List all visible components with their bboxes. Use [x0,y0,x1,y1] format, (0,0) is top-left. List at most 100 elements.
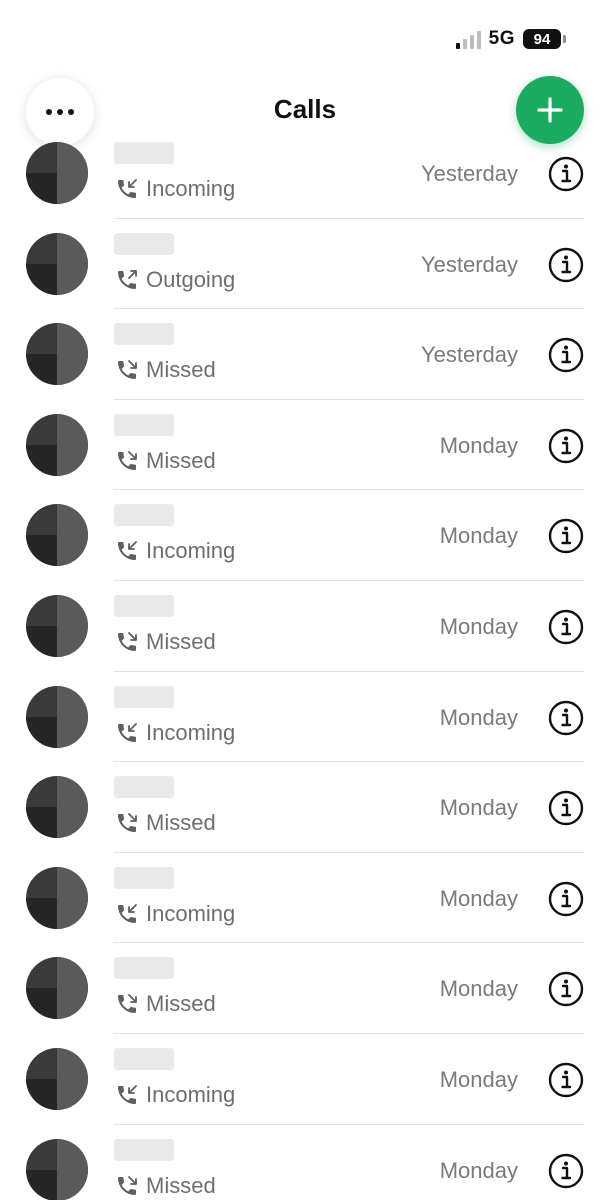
call-time-label: Monday [439,885,518,911]
info-icon [548,790,584,826]
avatar[interactable] [26,866,88,929]
battery-level: 94 [523,29,561,49]
call-details: Missed [114,1173,216,1199]
incoming-call-icon [114,720,140,746]
outgoing-call-icon [114,267,140,293]
call-row-7[interactable]: Incoming Monday [0,672,610,763]
call-type-label: Incoming [146,900,236,926]
call-row-2[interactable]: Outgoing Yesterday [0,219,610,310]
missed-call-icon [114,991,140,1017]
call-details: Outgoing [114,267,235,293]
call-row-10[interactable]: Missed Monday [0,943,610,1034]
call-info-button[interactable] [548,881,584,917]
call-info-button[interactable] [548,609,584,645]
call-time-label: Monday [439,523,518,549]
call-row-8[interactable]: Missed Monday [0,762,610,853]
avatar[interactable] [26,504,88,567]
network-type: 5G [488,28,515,49]
call-info-button[interactable] [548,428,584,464]
missed-call-icon [114,448,140,474]
call-info-button[interactable] [548,337,584,373]
avatar[interactable] [26,142,88,204]
info-icon [548,156,584,192]
contact-name-redacted [114,413,174,436]
call-info-button[interactable] [548,1062,584,1098]
call-details: Incoming [114,720,235,746]
call-info-button[interactable] [548,518,584,554]
call-info-button[interactable] [548,700,584,736]
incoming-call-icon [114,1082,140,1108]
call-time-label: Monday [439,704,518,730]
call-type-label: Missed [146,447,216,473]
call-time-label: Yesterday [420,251,518,277]
battery-icon: 94 [523,29,566,49]
call-time-label: Yesterday [420,342,518,368]
contact-name-redacted [114,866,174,889]
call-row-1[interactable]: Incoming Yesterday [0,128,610,219]
missed-call-icon [114,629,140,655]
call-type-label: Incoming [146,1081,236,1107]
call-row-4[interactable]: Missed Monday [0,400,610,491]
call-row-6[interactable]: Missed Monday [0,581,610,672]
call-info-button[interactable] [548,156,584,192]
call-info-button[interactable] [548,1153,584,1189]
call-row-5[interactable]: Incoming Monday [0,490,610,581]
contact-name-redacted [114,142,174,164]
info-icon [548,1062,584,1098]
call-type-label: Incoming [146,176,236,201]
contact-name-redacted [114,1047,174,1070]
call-time-label: Monday [439,795,518,821]
info-icon [548,337,584,373]
call-row-11[interactable]: Incoming Monday [0,1034,610,1125]
missed-call-icon [114,357,140,383]
call-details: Missed [114,448,216,474]
call-row-3[interactable]: Missed Yesterday [0,309,610,400]
call-info-button[interactable] [548,971,584,1007]
call-time-label: Yesterday [420,161,518,186]
call-info-button[interactable] [548,790,584,826]
status-indicators: 5G 94 [455,28,566,50]
call-row-12[interactable]: Missed Monday [0,1125,610,1200]
cellular-signal-icon [455,29,481,49]
avatar[interactable] [26,323,88,386]
call-details: Incoming [114,176,235,202]
call-time-label: Monday [439,1066,518,1092]
incoming-call-icon [114,538,140,564]
call-details: Incoming [114,1082,235,1108]
incoming-call-icon [114,901,140,927]
contact-name-redacted [114,776,174,799]
call-row-9[interactable]: Incoming Monday [0,853,610,944]
info-icon [548,1153,584,1188]
contact-name-redacted [114,232,174,255]
missed-call-icon [114,810,140,836]
info-icon [548,609,584,645]
avatar[interactable] [26,776,88,839]
call-info-button[interactable] [548,247,584,283]
avatar[interactable] [26,413,88,476]
incoming-call-icon [114,176,140,202]
info-icon [548,972,584,1007]
missed-call-icon [114,1173,140,1199]
avatar[interactable] [26,957,88,1020]
info-icon [548,881,584,916]
call-type-label: Missed [146,991,216,1017]
avatar[interactable] [26,232,88,295]
call-time-label: Monday [439,976,518,1002]
avatar[interactable] [26,1047,88,1110]
call-time-label: Monday [439,1157,518,1183]
call-details: Missed [114,357,216,383]
avatar[interactable] [26,1138,88,1200]
avatar[interactable] [26,594,88,657]
call-details: Incoming [114,901,235,927]
call-type-label: Outgoing [146,266,236,292]
contact-name-redacted [114,1138,174,1161]
info-icon [548,247,584,282]
avatar[interactable] [26,685,88,748]
contact-name-redacted [114,504,174,527]
call-type-label: Missed [146,810,216,836]
call-type-label: Missed [146,628,216,654]
info-icon [548,700,584,735]
status-bar: 5G 94 [0,0,610,70]
call-type-label: Incoming [146,538,236,564]
call-list: Incoming Yesterday Outgoing Yesterday Mi… [0,128,610,1200]
